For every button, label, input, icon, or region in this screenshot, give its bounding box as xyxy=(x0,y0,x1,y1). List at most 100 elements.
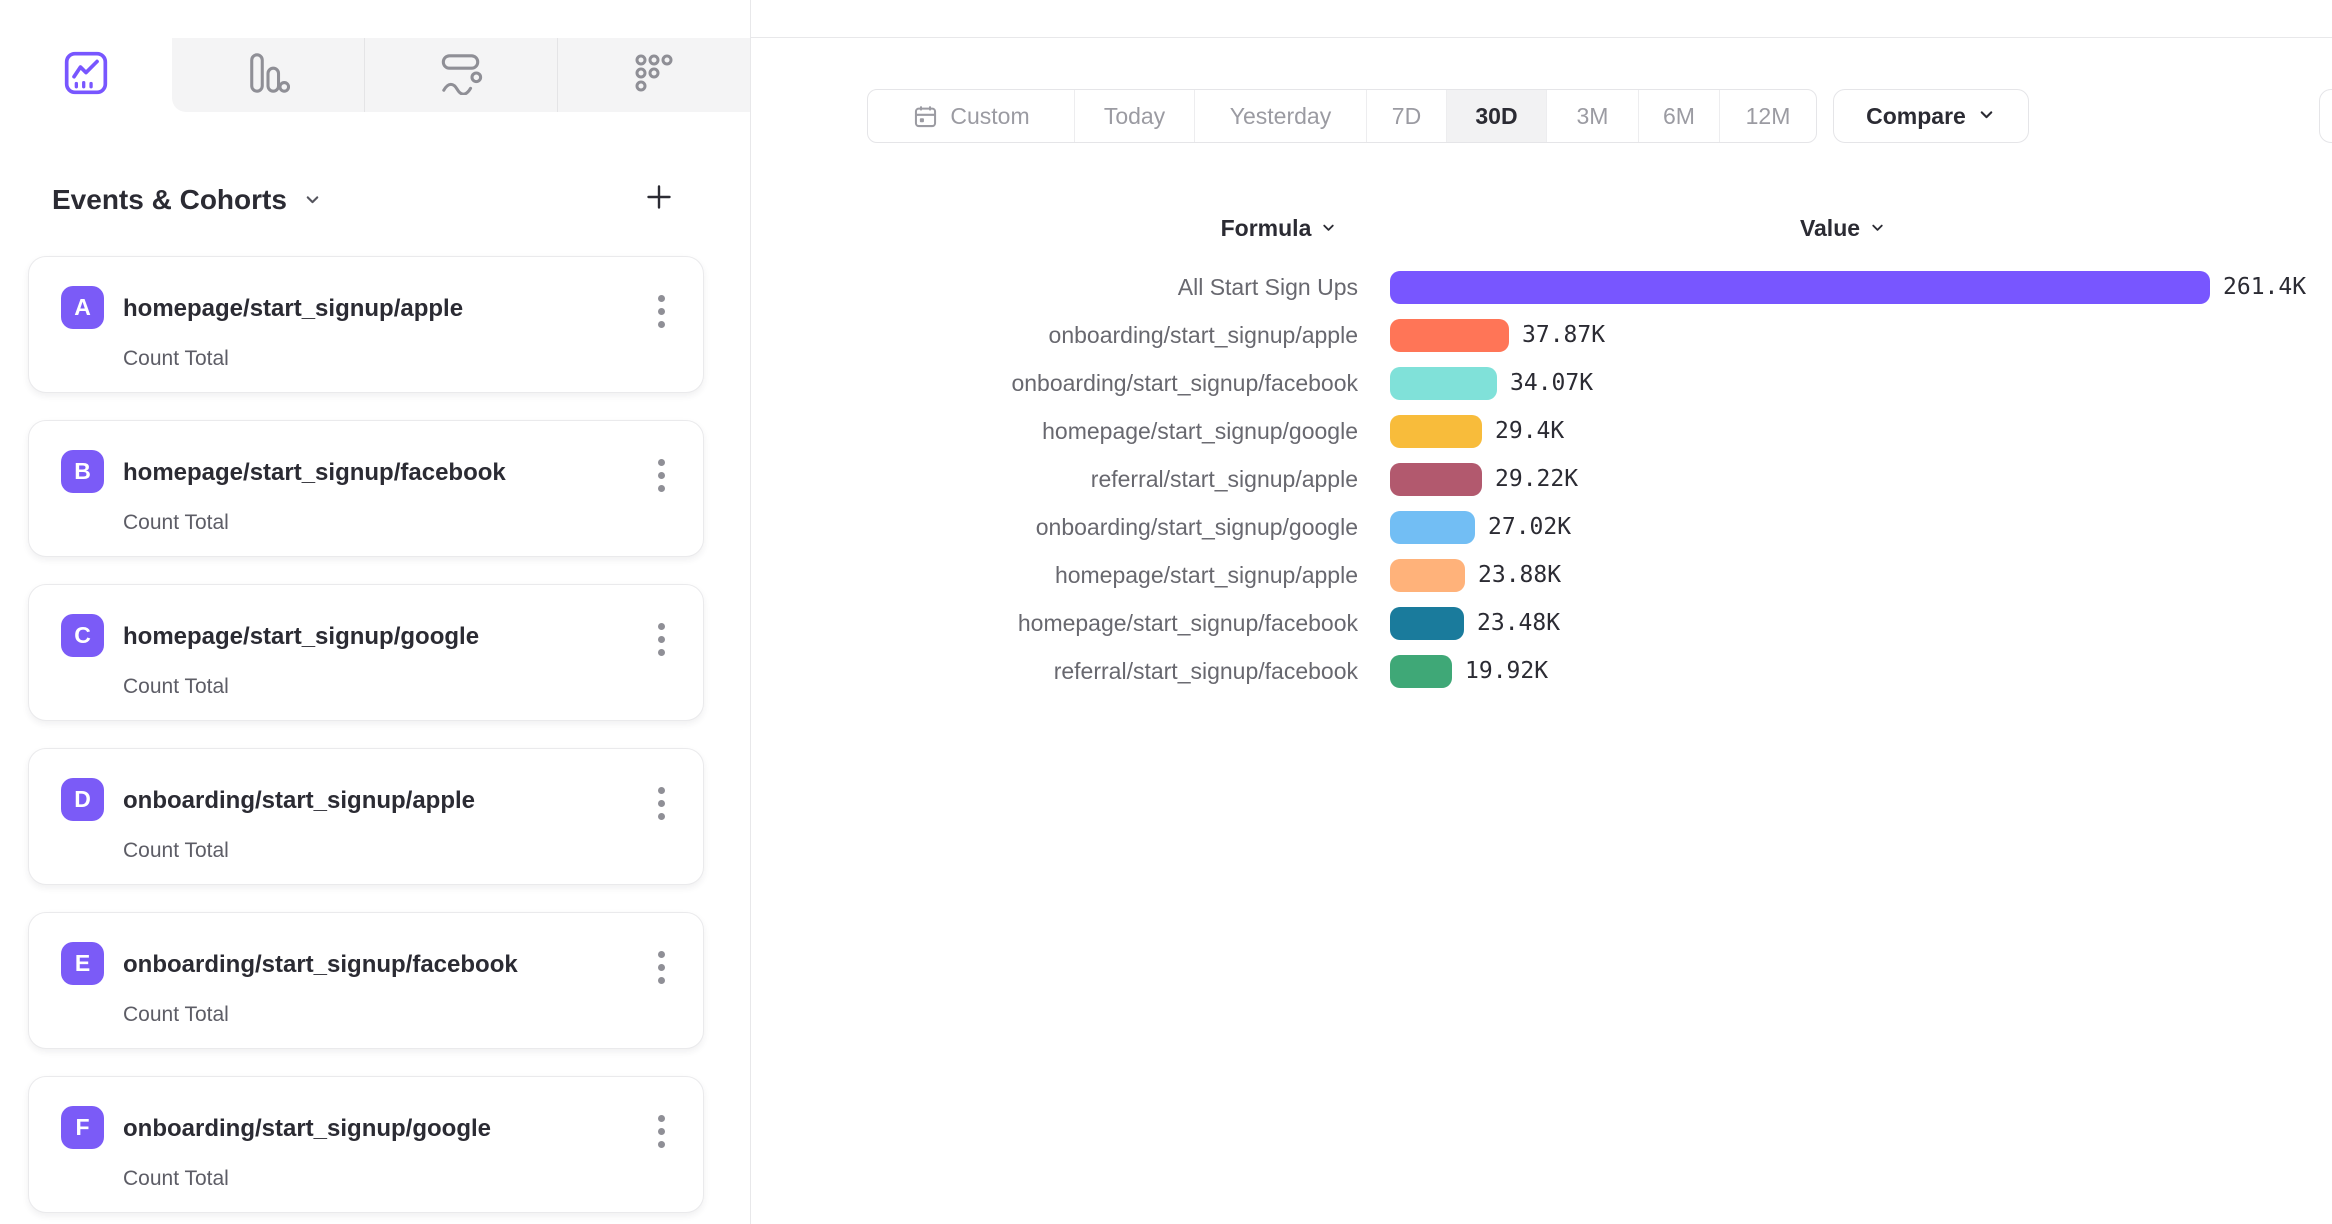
horizontal-bar-chart: All Start Sign Ups 261.4K onboarding/start… xyxy=(898,263,2306,695)
kebab-menu-icon[interactable] xyxy=(654,1111,669,1152)
event-letter-badge: B xyxy=(61,450,104,493)
event-letter-badge: E xyxy=(61,942,104,985)
event-letter-badge: A xyxy=(61,286,104,329)
chart-value-label: 23.48K xyxy=(1477,610,1560,636)
chart-bar[interactable] xyxy=(1390,463,1482,496)
date-range-label: 30D xyxy=(1475,103,1517,130)
event-metric[interactable]: Count Total xyxy=(123,675,229,699)
chart-row: onboarding/start_signup/apple 37.87K xyxy=(898,311,2306,359)
chart-bar[interactable] xyxy=(1390,367,1497,400)
event-metric[interactable]: Count Total xyxy=(123,347,229,371)
chart-row: homepage/start_signup/facebook 23.48K xyxy=(898,599,2306,647)
events-header: Events & Cohorts xyxy=(52,182,674,217)
chart-row-label: onboarding/start_signup/apple xyxy=(898,322,1358,349)
calendar-icon xyxy=(912,103,939,130)
chevron-down-icon xyxy=(1869,215,1886,242)
date-range-label: Today xyxy=(1104,103,1165,130)
event-letter-badge: F xyxy=(61,1106,104,1149)
bar-chart-icon xyxy=(246,51,290,100)
date-range-label: 6M xyxy=(1663,103,1695,130)
tab-bar-chart[interactable] xyxy=(172,38,364,112)
edge-clipped-button[interactable] xyxy=(2319,89,2332,143)
event-metric[interactable]: Count Total xyxy=(123,839,229,863)
chevron-down-icon xyxy=(1320,215,1337,242)
date-range-label: Yesterday xyxy=(1230,103,1331,130)
date-range-7d[interactable]: 7D xyxy=(1366,90,1446,142)
event-name[interactable]: homepage/start_signup/apple xyxy=(123,295,463,323)
value-column-header[interactable]: Value xyxy=(1733,215,1953,242)
event-metric[interactable]: Count Total xyxy=(123,511,229,535)
chart-value-label: 29.22K xyxy=(1495,466,1578,492)
date-range-custom[interactable]: Custom xyxy=(868,90,1074,142)
chart-row-label: referral/start_signup/facebook xyxy=(898,658,1358,685)
formula-column-header[interactable]: Formula xyxy=(1169,215,1389,242)
event-letter-badge: C xyxy=(61,614,104,657)
add-event-button[interactable] xyxy=(644,182,674,217)
compare-button[interactable]: Compare xyxy=(1833,89,2029,143)
date-range-today[interactable]: Today xyxy=(1074,90,1194,142)
date-range-yesterday[interactable]: Yesterday xyxy=(1194,90,1366,142)
tab-flows[interactable] xyxy=(364,38,557,112)
chart-row-label: homepage/start_signup/google xyxy=(898,418,1358,445)
event-name[interactable]: onboarding/start_signup/apple xyxy=(123,787,475,815)
event-card[interactable]: Bhomepage/start_signup/facebook Count Tot… xyxy=(28,420,704,557)
chevron-down-icon xyxy=(303,184,322,216)
chart-row: All Start Sign Ups 261.4K xyxy=(898,263,2306,311)
chart-bar[interactable] xyxy=(1390,271,2210,304)
date-range-3m[interactable]: 3M xyxy=(1546,90,1638,142)
events-cohorts-label: Events & Cohorts xyxy=(52,184,287,216)
event-name[interactable]: onboarding/start_signup/google xyxy=(123,1115,491,1143)
chart-value-label: 19.92K xyxy=(1465,658,1548,684)
date-range-selector: Custom Today Yesterday 7D 30D 3M 6M 12M xyxy=(867,89,1817,143)
date-range-label: Custom xyxy=(950,103,1029,130)
chart-value-label: 37.87K xyxy=(1522,322,1605,348)
event-name[interactable]: homepage/start_signup/facebook xyxy=(123,459,506,487)
chart-bar[interactable] xyxy=(1390,559,1465,592)
tab-line-chart[interactable] xyxy=(0,38,172,112)
chart-row: onboarding/start_signup/facebook34.07K xyxy=(898,359,2306,407)
kebab-menu-icon[interactable] xyxy=(654,291,669,332)
event-card[interactable]: Donboarding/start_signup/apple Count Tota… xyxy=(28,748,704,885)
chart-bar[interactable] xyxy=(1390,607,1464,640)
chart-row-label: homepage/start_signup/apple xyxy=(898,562,1358,589)
kebab-menu-icon[interactable] xyxy=(654,783,669,824)
chart-bar[interactable] xyxy=(1390,415,1482,448)
event-card[interactable]: Chomepage/start_signup/google Count Total xyxy=(28,584,704,721)
event-letter-badge: D xyxy=(61,778,104,821)
sidebar: Events & Cohorts Ahomepage/start_signup/… xyxy=(0,0,751,1224)
event-name[interactable]: onboarding/start_signup/facebook xyxy=(123,951,518,979)
chart-bar[interactable] xyxy=(1390,511,1475,544)
event-name[interactable]: homepage/start_signup/google xyxy=(123,623,479,651)
chevron-down-icon xyxy=(1977,103,1996,130)
tab-retention[interactable] xyxy=(557,38,750,112)
chart-row: referral/start_signup/apple29.22K xyxy=(898,455,2306,503)
event-card[interactable]: Fonboarding/start_signup/google Count Tot… xyxy=(28,1076,704,1213)
value-header-label: Value xyxy=(1800,215,1860,242)
chart-value-label: 261.4K xyxy=(2223,274,2306,300)
date-range-30d[interactable]: 30D xyxy=(1446,90,1546,142)
chart-bar[interactable] xyxy=(1390,319,1509,352)
chart-row: onboarding/start_signup/google27.02K xyxy=(898,503,2306,551)
kebab-menu-icon[interactable] xyxy=(654,619,669,660)
chart-value-label: 27.02K xyxy=(1488,514,1571,540)
event-card[interactable]: Eonboarding/start_signup/facebook Count T… xyxy=(28,912,704,1049)
event-metric[interactable]: Count Total xyxy=(123,1167,229,1191)
date-range-label: 7D xyxy=(1392,103,1421,130)
kebab-menu-icon[interactable] xyxy=(654,455,669,496)
date-range-12m[interactable]: 12M xyxy=(1719,90,1816,142)
event-metric[interactable]: Count Total xyxy=(123,1003,229,1027)
date-range-label: 12M xyxy=(1746,103,1791,130)
chart-value-label: 29.4K xyxy=(1495,418,1564,444)
inactive-tabs-group xyxy=(172,38,750,112)
chart-row-label: All Start Sign Ups xyxy=(898,274,1358,301)
chart-row-label: homepage/start_signup/facebook xyxy=(898,610,1358,637)
date-range-label: 3M xyxy=(1577,103,1609,130)
events-cohorts-title[interactable]: Events & Cohorts xyxy=(52,184,322,216)
chart-value-label: 34.07K xyxy=(1510,370,1593,396)
chart-bar[interactable] xyxy=(1390,655,1452,688)
event-card[interactable]: Ahomepage/start_signup/apple Count Total xyxy=(28,256,704,393)
dots-grid-icon xyxy=(633,52,675,99)
chart-row: homepage/start_signup/google 29.4K xyxy=(898,407,2306,455)
kebab-menu-icon[interactable] xyxy=(654,947,669,988)
date-range-6m[interactable]: 6M xyxy=(1638,90,1719,142)
